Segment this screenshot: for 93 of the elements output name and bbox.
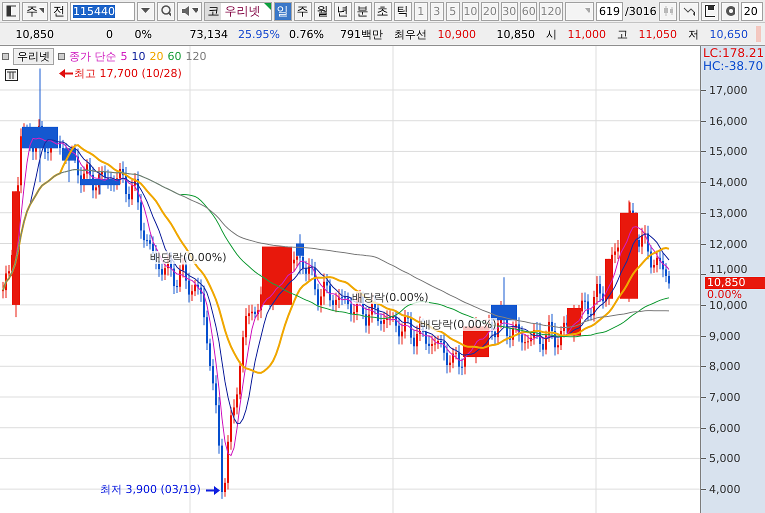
quote-value: 최우선 [393, 26, 428, 42]
candle [62, 148, 76, 183]
candle [605, 258, 613, 306]
quote-value: 10,650 [708, 28, 749, 40]
search-icon [160, 4, 172, 18]
ma-period: 120 [186, 50, 206, 63]
dividend-marker-label: 배당락(0.00%) [420, 318, 497, 331]
settings-icon [724, 5, 735, 17]
column-count-field[interactable]: 20 [740, 2, 764, 20]
speaker-icon [181, 5, 191, 17]
price-tick: 9,000 [709, 330, 740, 343]
period-tab[interactable]: 초 [374, 2, 392, 20]
caret-icon [192, 8, 198, 14]
quote-value: 0.76% [288, 28, 325, 40]
add-line-button[interactable] [679, 2, 699, 20]
quote-value: 0 [105, 28, 114, 40]
price-tick: 10,000 [709, 300, 748, 312]
previous-button[interactable]: 전 [50, 2, 68, 20]
ma-period: 10 [132, 50, 146, 63]
code-dropdown-button[interactable] [136, 2, 155, 20]
lc-value: LC:178.21 [703, 46, 764, 60]
save-button[interactable] [700, 2, 719, 20]
ma-label: 종가 단순 [69, 49, 116, 64]
caret-icon [584, 8, 590, 14]
change-indicator [756, 26, 761, 42]
period-tab[interactable]: 월 [314, 2, 332, 20]
caret-icon [39, 8, 44, 14]
panel-icon [6, 5, 16, 17]
current-price-badge: 10,850 [705, 277, 765, 289]
quote-value: 저 [687, 26, 700, 42]
high-price-label: 최고 17,700 (10/28) [74, 66, 182, 81]
price-tick: 15,000 [709, 146, 748, 158]
legend-handle[interactable] [58, 53, 65, 60]
market-dropdown[interactable]: 주 [22, 2, 48, 20]
price-tick: 16,000 [709, 116, 748, 128]
price-tick: 11,000 [709, 264, 748, 276]
price-tick: 12,000 [709, 238, 748, 250]
dividend-marker-label: 배당락(0.00%) [352, 291, 429, 304]
price-tick: 14,000 [709, 177, 748, 190]
quote-value: 시 [545, 26, 558, 42]
settings-button[interactable] [720, 2, 739, 20]
ma-period: 5 [120, 50, 128, 63]
price-tick: 4,000 [709, 484, 740, 496]
ma-period: 60 [168, 50, 182, 63]
panel-toggle-button[interactable] [2, 2, 20, 20]
price-tick: 17,000 [709, 85, 748, 97]
candle [262, 246, 292, 306]
price-tick: 7,000 [709, 392, 740, 404]
speaker-button[interactable] [177, 2, 202, 20]
dividend-marker-label: 배당락(0.00%) [150, 251, 227, 264]
candle [296, 234, 304, 275]
candle [80, 172, 120, 195]
period-tab[interactable]: 일 [274, 2, 292, 20]
price-tick: 13,000 [709, 208, 748, 220]
hc-value: HC:-38.70 [703, 59, 764, 73]
period-tab[interactable]: 틱 [394, 2, 412, 20]
corner-marker-icon [264, 2, 271, 10]
candles-icon [662, 5, 674, 17]
search-button[interactable] [156, 2, 176, 20]
legend-handle[interactable] [2, 53, 9, 60]
quote-value: 고 [616, 26, 629, 42]
stock-name: 우리넷 [224, 2, 260, 20]
quote-value: 10,900 [436, 28, 477, 40]
quote-value: 11,000 [566, 28, 607, 40]
quote-value: 73,134 [188, 28, 229, 40]
period-tab[interactable]: 주 [294, 2, 312, 20]
price-tick: 8,000 [709, 361, 740, 374]
quote-value: 10,850 [14, 28, 55, 40]
quote-value: 10,850 [496, 28, 536, 40]
period-tab[interactable]: 분 [354, 2, 372, 20]
grid-table-icon[interactable] [5, 69, 18, 81]
stock-name-tag: 우리넷 [13, 48, 54, 65]
price-tick: 5,000 [709, 453, 740, 466]
price-tick: 6,000 [709, 422, 740, 435]
right-arrow-icon [206, 486, 220, 495]
ma-period: 20 [150, 50, 164, 63]
stock-name-field[interactable]: 코 우리넷 [204, 2, 272, 20]
total-count: /3016 [624, 4, 657, 18]
line-plus-icon [683, 5, 695, 17]
market-label: 코 [205, 2, 222, 20]
period-tab[interactable]: 년 [334, 2, 352, 20]
quote-value: 11,050 [638, 28, 678, 40]
change-percent: 0.00% [707, 289, 742, 300]
quote-value: 0% [134, 28, 153, 40]
low-price-label: 최저 3,900 (03/19) [100, 482, 201, 497]
left-arrow-icon [59, 69, 73, 78]
candle [567, 304, 581, 342]
count-field[interactable]: 619 [596, 2, 623, 20]
quote-value: 791백만 [339, 26, 384, 42]
quote-value: 25.95% [237, 28, 281, 40]
floppy-icon [704, 5, 715, 17]
caret-icon [141, 8, 150, 14]
stock-code-field[interactable]: 115440 [70, 2, 135, 20]
